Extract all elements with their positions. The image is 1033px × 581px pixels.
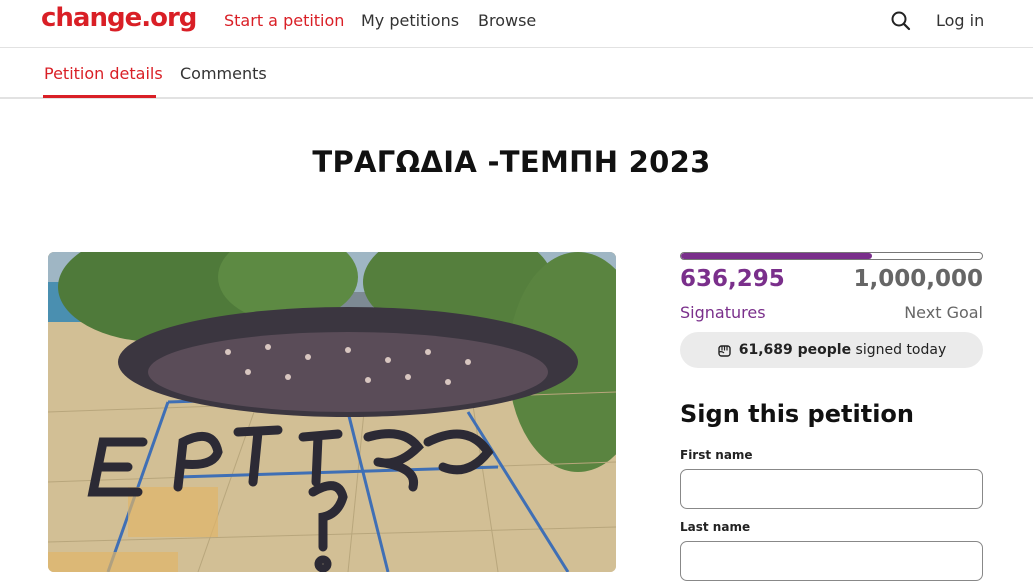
my-petitions-link[interactable]: My petitions xyxy=(361,11,459,30)
sign-petition-heading: Sign this petition xyxy=(680,400,914,428)
login-link[interactable]: Log in xyxy=(936,11,984,30)
signature-count: 636,295 xyxy=(680,266,785,292)
petition-title: ΤΡΑΓΩΔΙΑ -ΤΕΜΠΗ 2023 xyxy=(312,145,711,179)
search-icon[interactable] xyxy=(890,10,912,32)
tab-petition-details[interactable]: Petition details xyxy=(44,64,163,83)
goal-count: 1,000,000 xyxy=(853,266,984,292)
first-name-label: First name xyxy=(680,448,753,462)
signed-today-badge: 61,689 people signed today xyxy=(680,332,983,368)
signatures-label: Signatures xyxy=(680,303,766,322)
fist-icon xyxy=(717,343,732,358)
start-petition-link[interactable]: Start a petition xyxy=(224,11,344,30)
last-name-field[interactable] xyxy=(680,541,983,581)
petition-tabs: Petition details Comments xyxy=(0,49,1033,99)
tab-comments[interactable]: Comments xyxy=(180,64,267,83)
top-nav: change.org Start a petition My petitions… xyxy=(0,0,1033,48)
logo[interactable]: change.org xyxy=(41,3,197,33)
signed-today-suffix: signed today xyxy=(855,342,947,358)
signature-progress-bar xyxy=(680,252,983,260)
petition-photo xyxy=(48,252,616,572)
goal-label: Next Goal xyxy=(904,303,983,322)
signed-today-count: 61,689 people xyxy=(738,342,852,358)
first-name-field[interactable] xyxy=(680,469,983,509)
signature-progress-fill xyxy=(681,253,873,259)
last-name-label: Last name xyxy=(680,520,751,534)
browse-link[interactable]: Browse xyxy=(478,11,536,30)
active-tab-indicator xyxy=(43,95,156,98)
